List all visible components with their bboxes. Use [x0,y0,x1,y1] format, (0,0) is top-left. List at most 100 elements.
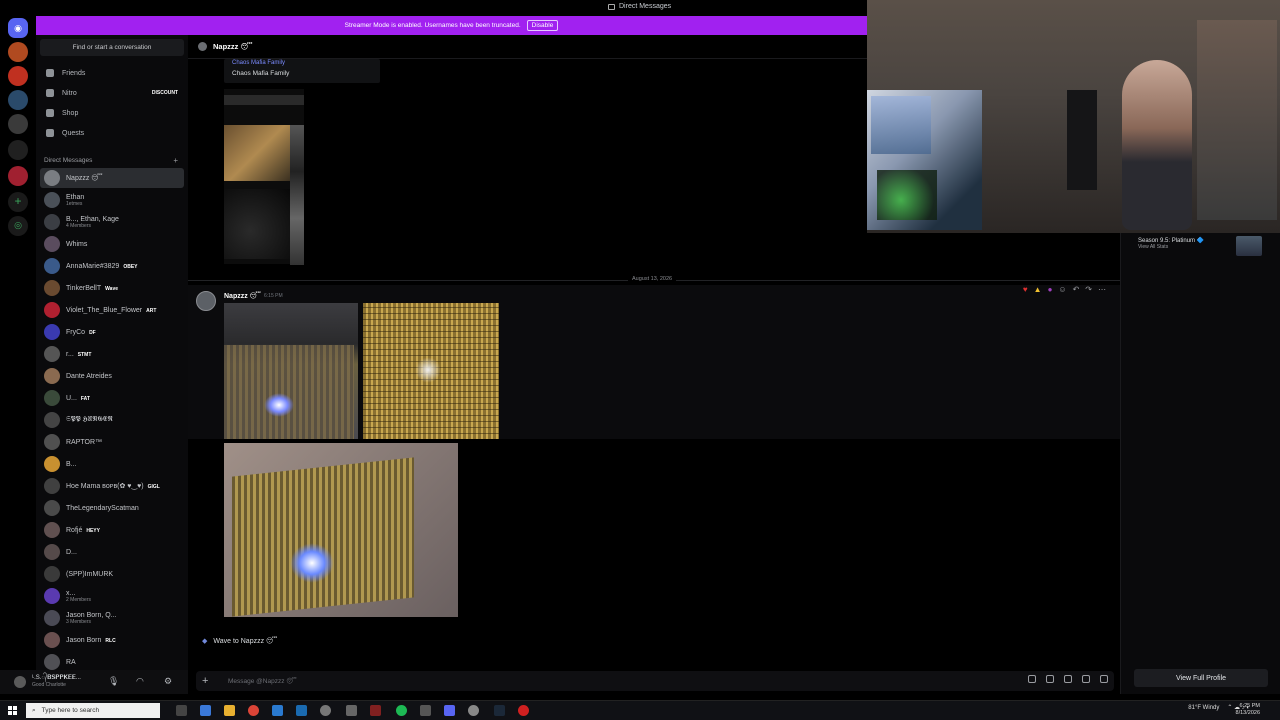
dm-name-text: TheLegendaryScatman [66,504,139,512]
dm-clan-tag: Wave [105,285,119,292]
discount-badge: DISCOUNT [151,90,178,96]
eggplant-icon[interactable]: ● [1048,285,1053,294]
app-icon[interactable] [420,705,431,716]
server-icon[interactable] [8,114,28,134]
nav-nitro[interactable]: Nitro DISCOUNT [40,85,184,101]
gift-icon[interactable] [1028,675,1036,683]
dm-subtitle: 1etmes [66,200,83,207]
dm-item[interactable]: x... 2 Members [40,586,184,606]
dm-item[interactable]: Jason Born RLC [40,630,184,650]
server-icon[interactable] [8,140,28,160]
avatar [44,368,60,384]
nav-friends[interactable]: Friends [40,65,184,81]
add-reaction-icon[interactable]: ☺ [1058,285,1066,294]
dm-item[interactable]: D... [40,542,184,562]
taskbar-search-input[interactable]: ⌕ Type here to search [26,703,160,718]
heart-reaction-icon[interactable]: ♥ [1023,285,1028,294]
avatar [44,346,60,362]
dm-item[interactable]: r... STMT [40,344,184,364]
chrome-icon[interactable] [248,705,259,716]
server-icon[interactable] [8,42,28,62]
server-icon[interactable] [8,166,28,186]
gif-icon[interactable] [1046,675,1054,683]
dm-item[interactable]: Violet_The_Blue_Flower ART [40,300,184,320]
avatar[interactable] [14,676,26,688]
discord-taskbar-icon[interactable] [444,705,455,716]
embed-card[interactable]: Chaos Mafia Family Chaos Mafia Family [224,59,380,83]
dm-item[interactable]: AnnaMarie#3829 OBEY [40,256,184,276]
nav-shop[interactable]: Shop [40,105,184,121]
dm-item[interactable]: Ethan 1etmes [40,190,184,210]
dm-item[interactable]: B... [40,454,184,474]
dm-name: TheLegendaryScatman [66,505,139,512]
dm-item[interactable]: Rofjé HEYY [40,520,184,540]
server-icon[interactable] [8,90,28,110]
dm-name: r... STMT [66,351,91,358]
game-stat[interactable]: Season 9.5: Platinum 🔷 View All Stats [1138,237,1204,250]
image-attachment[interactable] [224,89,304,265]
windows-start-icon[interactable] [8,706,17,715]
view-all-stats-link[interactable]: View All Stats [1138,244,1204,250]
task-view-icon[interactable] [176,705,187,716]
dm-item[interactable]: FryCo DF [40,322,184,342]
clock[interactable]: 6:25 PM 8/13/2026 [1236,703,1260,717]
dm-subtitle: 2 Members [66,596,92,603]
wave-button[interactable]: ◆ Wave to Napzzz 😴 [202,637,277,645]
dm-item[interactable]: RA [40,652,184,672]
embed-label: Chaos Mafia Family [232,70,290,77]
image-attachment[interactable] [363,303,499,439]
thumbs-up-icon[interactable]: ▲ [1034,285,1042,294]
settings-gear-icon[interactable]: ⚙ [164,676,172,687]
server-icon[interactable] [8,66,28,86]
more-options-icon[interactable]: ⋯ [1098,285,1106,294]
add-attachment-icon[interactable]: + [202,675,216,687]
dm-item[interactable]: Hoe Mama ʙᴏᴘʙ(✿ ♥‿♥) GIGL [40,476,184,496]
view-full-profile-button[interactable]: View Full Profile [1134,669,1268,687]
spotify-icon[interactable] [396,705,407,716]
app-icon[interactable] [346,705,357,716]
apps-icon[interactable] [1100,675,1108,683]
avatar [44,390,60,406]
dm-item[interactable]: TinkerBellT Wave [40,278,184,298]
reply-icon[interactable]: ↶ [1073,285,1080,294]
image-attachment[interactable] [224,443,458,617]
image-attachment[interactable] [224,303,358,439]
weather-widget[interactable]: 81°F Windy [1188,705,1219,711]
disable-button[interactable]: Disable [526,20,559,31]
discord-home-icon[interactable]: ◉ [8,18,28,38]
avatar[interactable] [196,291,216,311]
create-dm-icon[interactable]: + [173,156,178,165]
app-icon[interactable] [518,705,529,716]
emoji-icon[interactable] [1082,675,1090,683]
dm-item[interactable]: Napzzz 😴 [40,168,184,188]
file-explorer-icon[interactable] [224,705,235,716]
app-icon[interactable] [468,705,479,716]
app-icon[interactable] [320,705,331,716]
game-art [1236,236,1262,256]
sticker-icon[interactable] [1064,675,1072,683]
edge-icon[interactable] [200,705,211,716]
discover-icon[interactable]: ◎ [8,216,28,236]
message-input[interactable]: + Message @Napzzz 😴 [196,671,1114,691]
forward-icon[interactable]: ↷ [1085,285,1092,294]
dm-item[interactable]: B..., Ethan, Kage 4 Members [40,212,184,232]
microphone-icon[interactable]: 🎙 [108,676,119,687]
dm-item[interactable]: Dante Atreides [40,366,184,386]
message-author[interactable]: Napzzz 😴 [224,292,261,300]
app-icon[interactable] [370,705,381,716]
add-server-icon[interactable]: + [8,192,28,212]
nav-quests[interactable]: Quests [40,125,184,141]
dm-item[interactable]: 𝕾𝕻𝕻 𝕳𝖀𝕹𝕲𝕰𝕽 [40,410,184,430]
dm-clan-tag: ART [146,307,157,314]
headphones-icon[interactable]: ◠ [136,676,144,687]
dm-item[interactable]: U... FAT [40,388,184,408]
dm-item[interactable]: RAPTOR™ [40,432,184,452]
app-icon[interactable] [296,705,307,716]
app-icon[interactable] [272,705,283,716]
dm-item[interactable]: Jason Born, Q... 3 Members [40,608,184,628]
dm-item[interactable]: Whims [40,234,184,254]
find-conversation-input[interactable]: Find or start a conversation [40,39,184,56]
steam-icon[interactable] [494,705,505,716]
dm-item[interactable]: TheLegendaryScatman [40,498,184,518]
dm-item[interactable]: (SPP)ImMURK [40,564,184,584]
